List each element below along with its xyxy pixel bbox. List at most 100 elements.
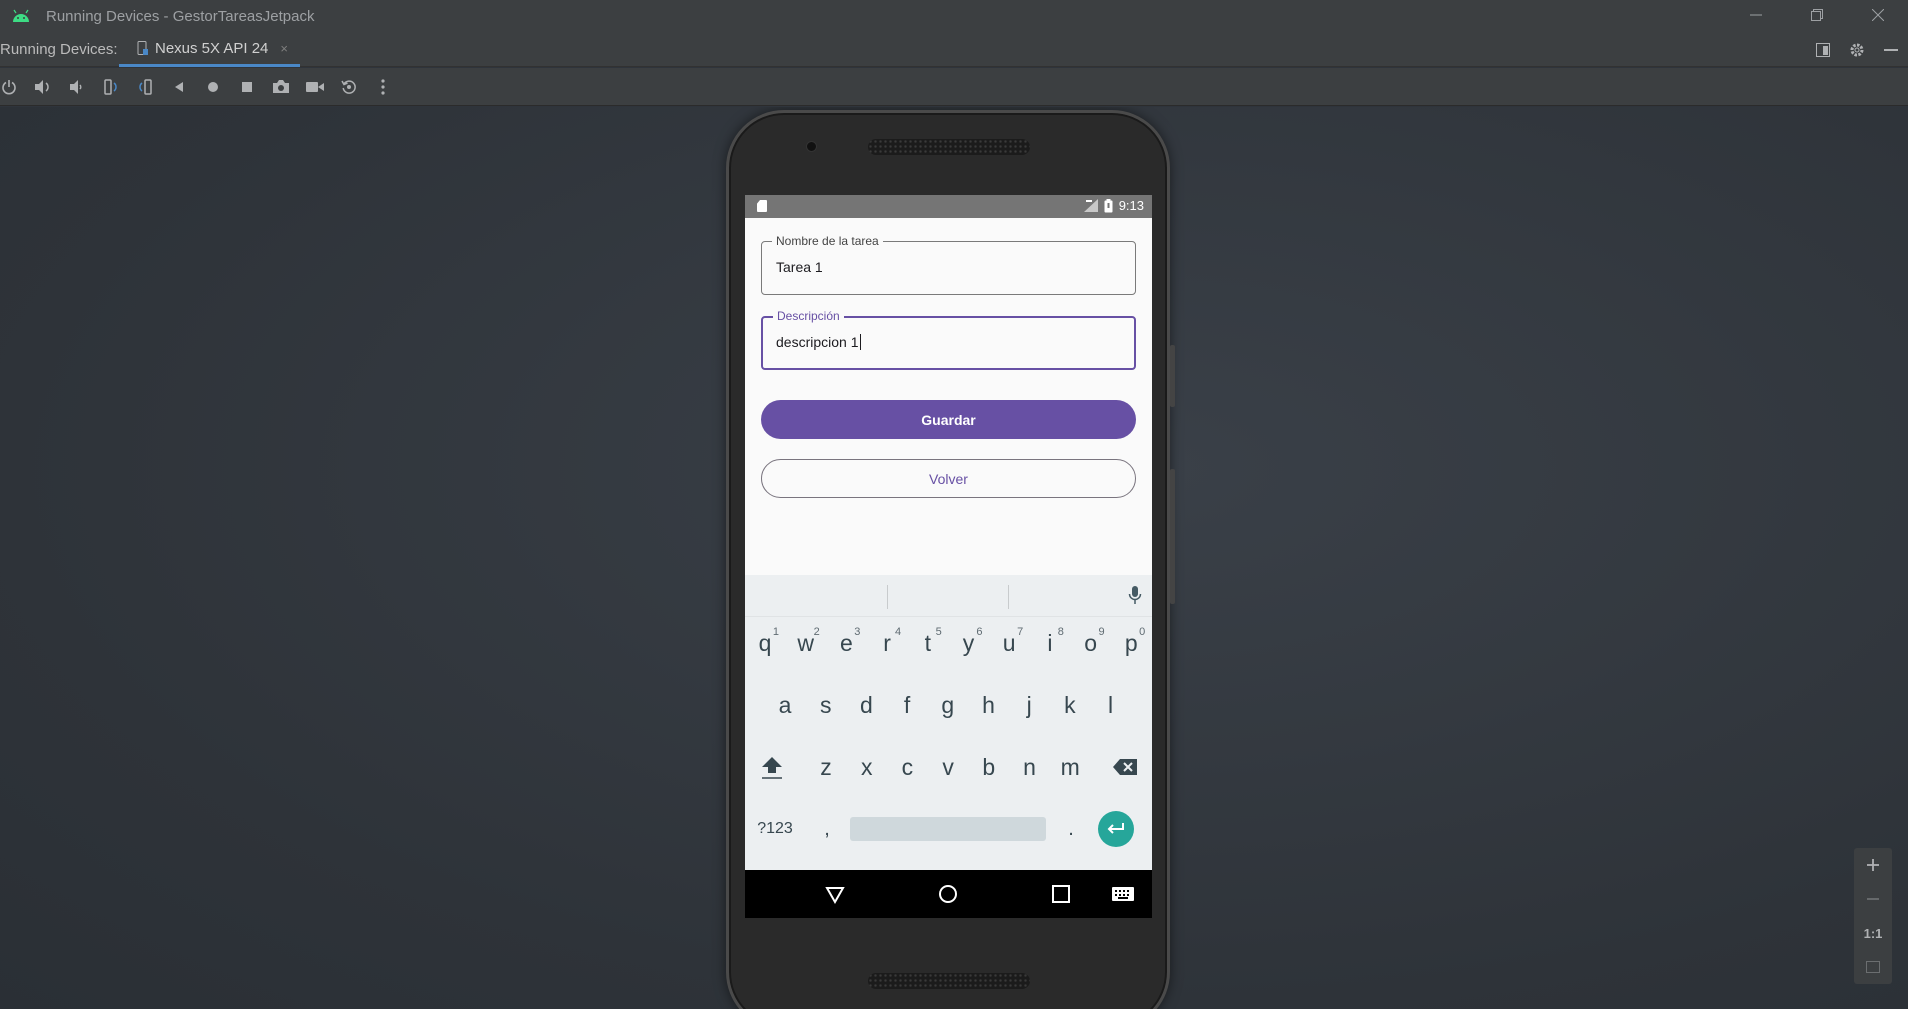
zoom-fit-icon[interactable] (1854, 950, 1892, 984)
restore-icon[interactable] (1786, 0, 1847, 30)
more-icon[interactable] (366, 70, 400, 104)
key-e[interactable]: e3 (826, 618, 866, 668)
key-z[interactable]: z (806, 742, 846, 792)
close-icon[interactable] (1847, 0, 1908, 30)
key-p[interactable]: p0 (1111, 618, 1151, 668)
keyboard-row-3: zxcvbnm (745, 742, 1152, 792)
key-v[interactable]: v (928, 742, 968, 792)
volume-down-icon[interactable] (60, 70, 94, 104)
volume-up-icon[interactable] (26, 70, 60, 104)
device-screen[interactable]: 9:13 Nombre de la tarea Tarea 1 Descripc… (745, 195, 1152, 918)
key-number-hint: 5 (935, 626, 942, 638)
key-o[interactable]: o9 (1071, 618, 1111, 668)
sd-card-icon (757, 200, 767, 212)
key-label: o (1084, 629, 1097, 656)
keyboard-row-1: q1w2e3r4t5y6u7i8o9p0 (745, 618, 1152, 668)
key-w[interactable]: w2 (786, 618, 826, 668)
key-k[interactable]: k (1050, 680, 1090, 730)
key-s[interactable]: s (806, 680, 846, 730)
key-u[interactable]: u7 (989, 618, 1029, 668)
reset-icon[interactable] (332, 70, 366, 104)
key-d[interactable]: d (846, 680, 886, 730)
keyboard-switch-icon[interactable] (1112, 887, 1134, 906)
key-c[interactable]: c (887, 742, 927, 792)
key-number-hint: 3 (854, 626, 861, 638)
enter-key[interactable] (1096, 804, 1136, 854)
layout-icon[interactable] (1806, 32, 1840, 67)
key-number-hint: 2 (813, 626, 820, 638)
title-bar: Running Devices - GestorTareasJetpack (0, 0, 1908, 32)
android-nav-bar (745, 870, 1152, 918)
zoom-actual-size-button[interactable]: 1:1 (1854, 916, 1892, 950)
rotate-left-icon[interactable] (94, 70, 128, 104)
suggestion-divider (887, 585, 888, 609)
screenshot-icon[interactable] (264, 70, 298, 104)
keyboard-row-2: asdfghjkl (745, 680, 1152, 730)
comma-key[interactable]: , (807, 804, 847, 854)
screen-record-icon[interactable] (298, 70, 332, 104)
period-key[interactable]: . (1051, 804, 1091, 854)
key-label: i (1047, 629, 1053, 656)
key-x[interactable]: x (847, 742, 887, 792)
key-l[interactable]: l (1091, 680, 1131, 730)
key-r[interactable]: r4 (867, 618, 907, 668)
key-b[interactable]: b (969, 742, 1009, 792)
suggestion-strip (745, 575, 1152, 617)
key-y[interactable]: y6 (949, 618, 989, 668)
minimize-panel-icon[interactable] (1874, 32, 1908, 67)
tab-nexus-5x[interactable]: Nexus 5X API 24 × (119, 32, 300, 67)
back-button[interactable]: Volver (761, 459, 1136, 498)
key-h[interactable]: h (969, 680, 1009, 730)
back-icon[interactable] (162, 70, 196, 104)
signal-icon (1083, 199, 1098, 212)
key-a[interactable]: a (765, 680, 805, 730)
zoom-out-icon[interactable] (1854, 882, 1892, 916)
top-speaker (868, 139, 1030, 155)
backspace-key[interactable] (1105, 742, 1145, 792)
key-i[interactable]: i8 (1030, 618, 1070, 668)
description-field[interactable]: Descripción descripcion 1 (761, 309, 1136, 370)
description-value-wrap: descripcion 1 (776, 334, 861, 350)
power-icon[interactable] (0, 70, 26, 104)
key-number-hint: 6 (976, 626, 983, 638)
symbols-key[interactable]: ?123 (748, 804, 802, 854)
key-q[interactable]: q1 (745, 618, 785, 668)
gear-icon[interactable] (1840, 32, 1874, 67)
key-label: e (839, 629, 853, 656)
nav-back-icon[interactable] (825, 884, 845, 909)
home-icon[interactable] (196, 70, 230, 104)
space-key[interactable] (850, 804, 1046, 854)
key-number-hint: 8 (1057, 626, 1064, 638)
description-label: Descripción (773, 309, 844, 323)
shift-key[interactable] (752, 742, 792, 792)
description-value: descripcion 1 (776, 334, 859, 350)
key-number-hint: 0 (1139, 626, 1146, 638)
rotate-right-icon[interactable] (128, 70, 162, 104)
minimize-icon[interactable] (1725, 0, 1786, 30)
task-name-field[interactable]: Nombre de la tarea Tarea 1 (761, 234, 1136, 295)
running-devices-label: Running Devices: (0, 40, 118, 58)
phone-icon (137, 40, 149, 56)
soft-keyboard: q1w2e3r4t5y6u7i8o9p0 asdfghjkl zxcvbnm ?… (745, 575, 1152, 870)
key-g[interactable]: g (928, 680, 968, 730)
key-n[interactable]: n (1010, 742, 1050, 792)
microphone-icon[interactable] (1128, 585, 1142, 610)
key-f[interactable]: f (887, 680, 927, 730)
tab-close-icon[interactable]: × (280, 41, 288, 56)
key-j[interactable]: j (1009, 680, 1049, 730)
key-label: q (758, 629, 772, 656)
key-m[interactable]: m (1050, 742, 1090, 792)
key-number-hint: 4 (894, 626, 902, 638)
save-button[interactable]: Guardar (761, 400, 1136, 439)
key-label: y (962, 629, 975, 656)
nav-recents-icon[interactable] (1052, 885, 1070, 908)
nav-home-icon[interactable] (938, 884, 958, 909)
key-label: r (883, 629, 891, 656)
task-name-value: Tarea 1 (776, 259, 823, 275)
zoom-in-icon[interactable] (1854, 848, 1892, 882)
android-studio-icon (6, 1, 36, 31)
overview-icon[interactable] (230, 70, 264, 104)
key-label: u (1002, 629, 1016, 656)
key-t[interactable]: t5 (908, 618, 948, 668)
device-toolbar (0, 68, 1908, 106)
